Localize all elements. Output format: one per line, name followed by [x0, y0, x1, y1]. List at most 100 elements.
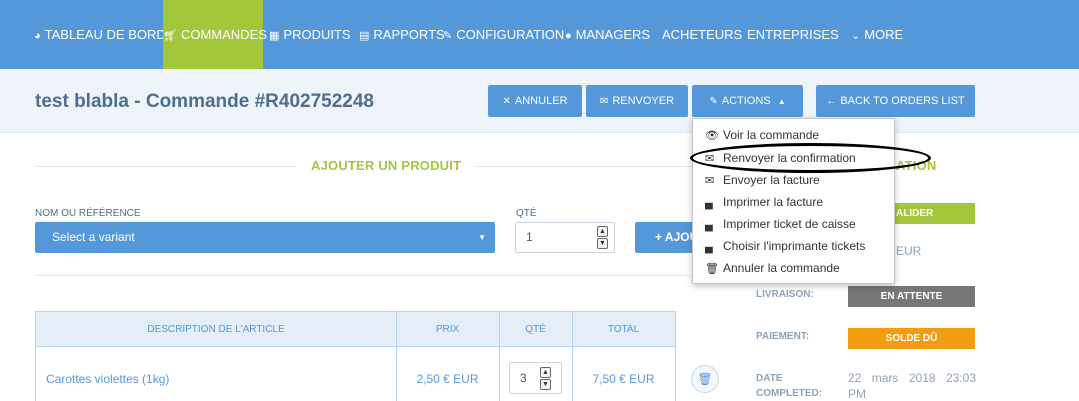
- decrement-icon[interactable]: ▼: [540, 379, 551, 390]
- order-items-table: DESCRIPTION DE L'ARTICLE PRIX QTÉ TOTAL …: [35, 311, 676, 401]
- printer-icon: ▄: [705, 197, 713, 209]
- item-description[interactable]: Carottes violettes (1kg): [46, 372, 169, 386]
- printer-icon: ▄: [705, 219, 713, 231]
- column-header-price: PRIX: [435, 324, 460, 335]
- paiement-status-badge: SOLDE DÛ: [848, 328, 975, 349]
- nav-label: PRODUITS: [283, 27, 351, 42]
- nav-label: MORE: [864, 27, 904, 42]
- grid-icon: ▦: [269, 30, 280, 42]
- envelope-icon: ✉: [599, 96, 609, 107]
- nav-label: RAPPORTS: [373, 27, 445, 42]
- menu-item-imprimer-facture[interactable]: ▄ Imprimer la facture: [705, 192, 823, 212]
- add-product-button[interactable]: + AJOUTER: [635, 222, 700, 253]
- nav-item-tableau-de-bord[interactable]: ◕ TABLEAU DE BORD: [34, 0, 166, 69]
- variant-select[interactable]: Select a variant ▼: [35, 222, 495, 253]
- nav-label: CONFIGURATION: [456, 27, 565, 42]
- column-divider: [396, 312, 397, 401]
- delete-item-button[interactable]: 🗑︎: [691, 365, 719, 393]
- plus-icon: +: [655, 230, 663, 244]
- trash-icon: 🗑︎: [697, 372, 713, 386]
- validate-button-label: ALIDER: [896, 208, 934, 219]
- increment-icon[interactable]: ▲: [540, 367, 551, 378]
- menu-item-label: Choisir l'imprimante tickets: [723, 239, 866, 253]
- increment-icon[interactable]: ▲: [597, 226, 608, 237]
- cart-icon: 🛒︎: [163, 30, 177, 42]
- nav-item-configuration[interactable]: ✎ CONFIGURATION: [443, 0, 564, 69]
- column-header-total: TOTAL: [607, 324, 640, 335]
- qty-label: QTÉ: [516, 208, 537, 219]
- nav-item-produits[interactable]: ▦ PRODUITS: [269, 0, 351, 69]
- menu-item-label: Voir la commande: [723, 128, 820, 142]
- nav-item-more[interactable]: ⌄ MORE: [851, 0, 903, 69]
- dropdown-arrow-icon: ▼: [478, 233, 486, 242]
- menu-item-voir-commande[interactable]: 👁︎ Voir la commande: [705, 125, 819, 145]
- actions-button-label: ACTIONS: [721, 95, 771, 107]
- nav-item-rapports[interactable]: ▤ RAPPORTS: [359, 0, 445, 69]
- nav-label: ENTREPRISES: [747, 27, 839, 42]
- divider: [35, 275, 690, 276]
- menu-item-annuler-commande[interactable]: 🗑︎ Annuler la commande: [705, 258, 840, 278]
- top-navigation: ◕ TABLEAU DE BORD 🛒︎ COMMANDES ▦ PRODUITS ▤…: [0, 0, 1079, 76]
- eye-icon: 👁︎: [705, 130, 719, 142]
- livraison-status-badge: EN ATTENTE: [848, 286, 975, 307]
- menu-item-label: Envoyer la facture: [723, 173, 820, 187]
- back-button-label: BACK TO ORDERS LIST: [840, 95, 965, 107]
- livraison-label: LIVRAISON:: [756, 289, 814, 300]
- menu-item-label: Annuler la commande: [723, 261, 840, 275]
- cancel-button[interactable]: ✕ ANNULER: [488, 85, 582, 117]
- menu-item-envoyer-facture[interactable]: ✉ Envoyer la facture: [705, 170, 820, 190]
- file-icon: ▤: [359, 30, 370, 42]
- variant-select-value: Select a variant: [52, 230, 135, 244]
- item-price: 2,50 € EUR: [416, 372, 479, 386]
- table-header: DESCRIPTION DE L'ARTICLE PRIX QTÉ TOTAL: [36, 312, 675, 347]
- item-total: 7,50 € EUR: [592, 372, 655, 386]
- date-completed-label-line1: DATE: [756, 373, 783, 384]
- caret-up-icon: ▲: [777, 97, 786, 106]
- nav-label: TABLEAU DE BORD: [44, 27, 166, 42]
- resend-button[interactable]: ✉ RENVOYER: [586, 85, 688, 117]
- highlight-ellipse: [690, 143, 931, 173]
- dashboard-icon: ◕: [34, 30, 41, 42]
- date-completed-value: 22 mars 2018 23:03 PM: [848, 371, 976, 401]
- nav-item-commandes[interactable]: 🛒︎ COMMANDES: [163, 0, 267, 76]
- quantity-stepper[interactable]: 1 ▲ ▼: [515, 222, 615, 253]
- name-reference-label: NOM OU RÉFÉRENCE: [35, 208, 141, 219]
- trash-icon: 🗑︎: [705, 263, 719, 275]
- chevron-down-icon: ⌄: [851, 30, 861, 42]
- column-divider: [499, 312, 500, 401]
- quantity-value: 1: [526, 230, 533, 244]
- item-quantity-stepper[interactable]: 3 ▲ ▼: [509, 362, 562, 394]
- divider: [35, 166, 295, 167]
- page-title: test blabla - Commande #R402752248: [35, 91, 374, 112]
- resend-button-label: RENVOYER: [612, 95, 675, 107]
- menu-item-label: Imprimer ticket de caisse: [723, 217, 856, 231]
- section-title-add-product: AJOUTER UN PRODUIT: [311, 158, 462, 173]
- column-header-description: DESCRIPTION DE L'ARTICLE: [147, 324, 285, 335]
- nav-item-managers[interactable]: ● MANAGERS: [565, 0, 650, 69]
- nav-label: MANAGERS: [575, 27, 651, 42]
- nav-label: COMMANDES: [180, 27, 267, 42]
- actions-button[interactable]: ✎ ACTIONS ▲: [692, 85, 803, 117]
- divider: [477, 166, 692, 167]
- user-icon: ●: [565, 30, 572, 42]
- close-icon: ✕: [502, 96, 511, 107]
- paiement-label: PAIEMENT:: [756, 331, 810, 342]
- nav-item-entreprises[interactable]: ENTREPRISES: [747, 0, 839, 69]
- cancel-button-label: ANNULER: [514, 95, 568, 107]
- arrow-left-icon: ←: [826, 96, 837, 107]
- column-divider: [572, 312, 573, 401]
- envelope-icon: ✉: [705, 175, 715, 187]
- wrench-icon: ✎: [443, 30, 453, 42]
- printer-icon: ▄: [705, 241, 713, 253]
- decrement-icon[interactable]: ▼: [597, 238, 608, 249]
- nav-item-acheteurs[interactable]: ACHETEURS: [662, 0, 742, 69]
- menu-item-choisir-imprimante[interactable]: ▄ Choisir l'imprimante tickets: [705, 236, 865, 256]
- state-value: EUR: [896, 244, 922, 258]
- edit-icon: ✎: [709, 96, 718, 107]
- menu-item-imprimer-ticket[interactable]: ▄ Imprimer ticket de caisse: [705, 214, 856, 234]
- column-header-qty: QTÉ: [525, 324, 546, 335]
- item-quantity-value: 3: [520, 371, 527, 385]
- date-completed-label-line2: COMPLETED:: [756, 388, 823, 399]
- back-to-orders-button[interactable]: ← BACK TO ORDERS LIST: [816, 85, 975, 117]
- menu-item-label: Imprimer la facture: [723, 195, 824, 209]
